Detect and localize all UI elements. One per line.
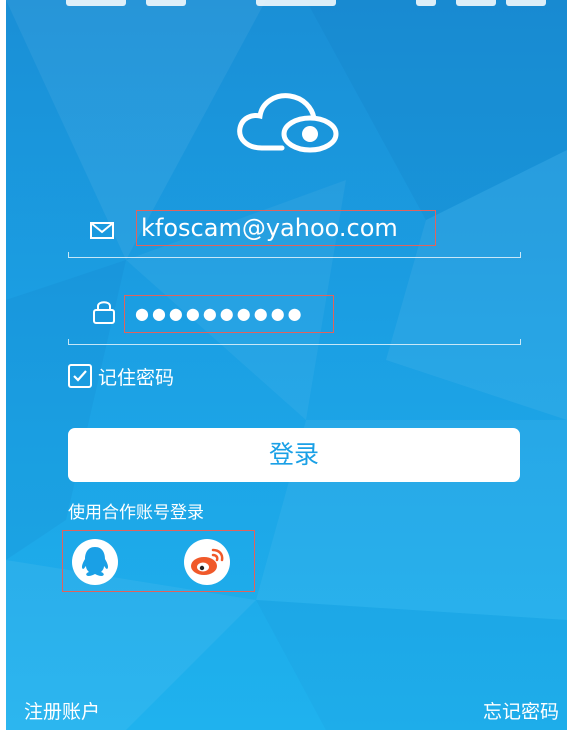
password-field-row: ●●●●●●●●●●	[68, 285, 521, 345]
login-button[interactable]: 登录	[68, 428, 520, 482]
weibo-icon[interactable]	[183, 538, 231, 586]
password-input[interactable]: ●●●●●●●●●●	[124, 295, 334, 333]
register-account-link[interactable]: 注册账户	[24, 697, 100, 724]
forgot-password-link[interactable]: 忘记密码	[483, 697, 559, 724]
remember-checkbox[interactable]	[68, 364, 92, 388]
remember-password-label: 记住密码	[98, 366, 175, 389]
status-bar	[6, 0, 567, 8]
email-field-row: kfoscam@yahoo.com	[68, 198, 521, 258]
remember-password-toggle[interactable]: 记住密码	[68, 362, 174, 390]
password-underline	[68, 339, 521, 345]
checkmark-icon	[73, 370, 87, 382]
partner-login-group	[62, 530, 255, 592]
email-input[interactable]: kfoscam@yahoo.com	[136, 210, 436, 246]
login-screen: kfoscam@yahoo.com ●●●●●●●●●● 记住密码 登录 使用合…	[6, 0, 567, 730]
envelope-icon	[90, 222, 114, 239]
partner-login-label: 使用合作账号登录	[68, 503, 204, 523]
qq-icon[interactable]	[71, 538, 119, 586]
email-underline	[68, 252, 521, 258]
cloud-camera-logo-icon	[237, 93, 339, 153]
lock-icon	[93, 301, 115, 324]
